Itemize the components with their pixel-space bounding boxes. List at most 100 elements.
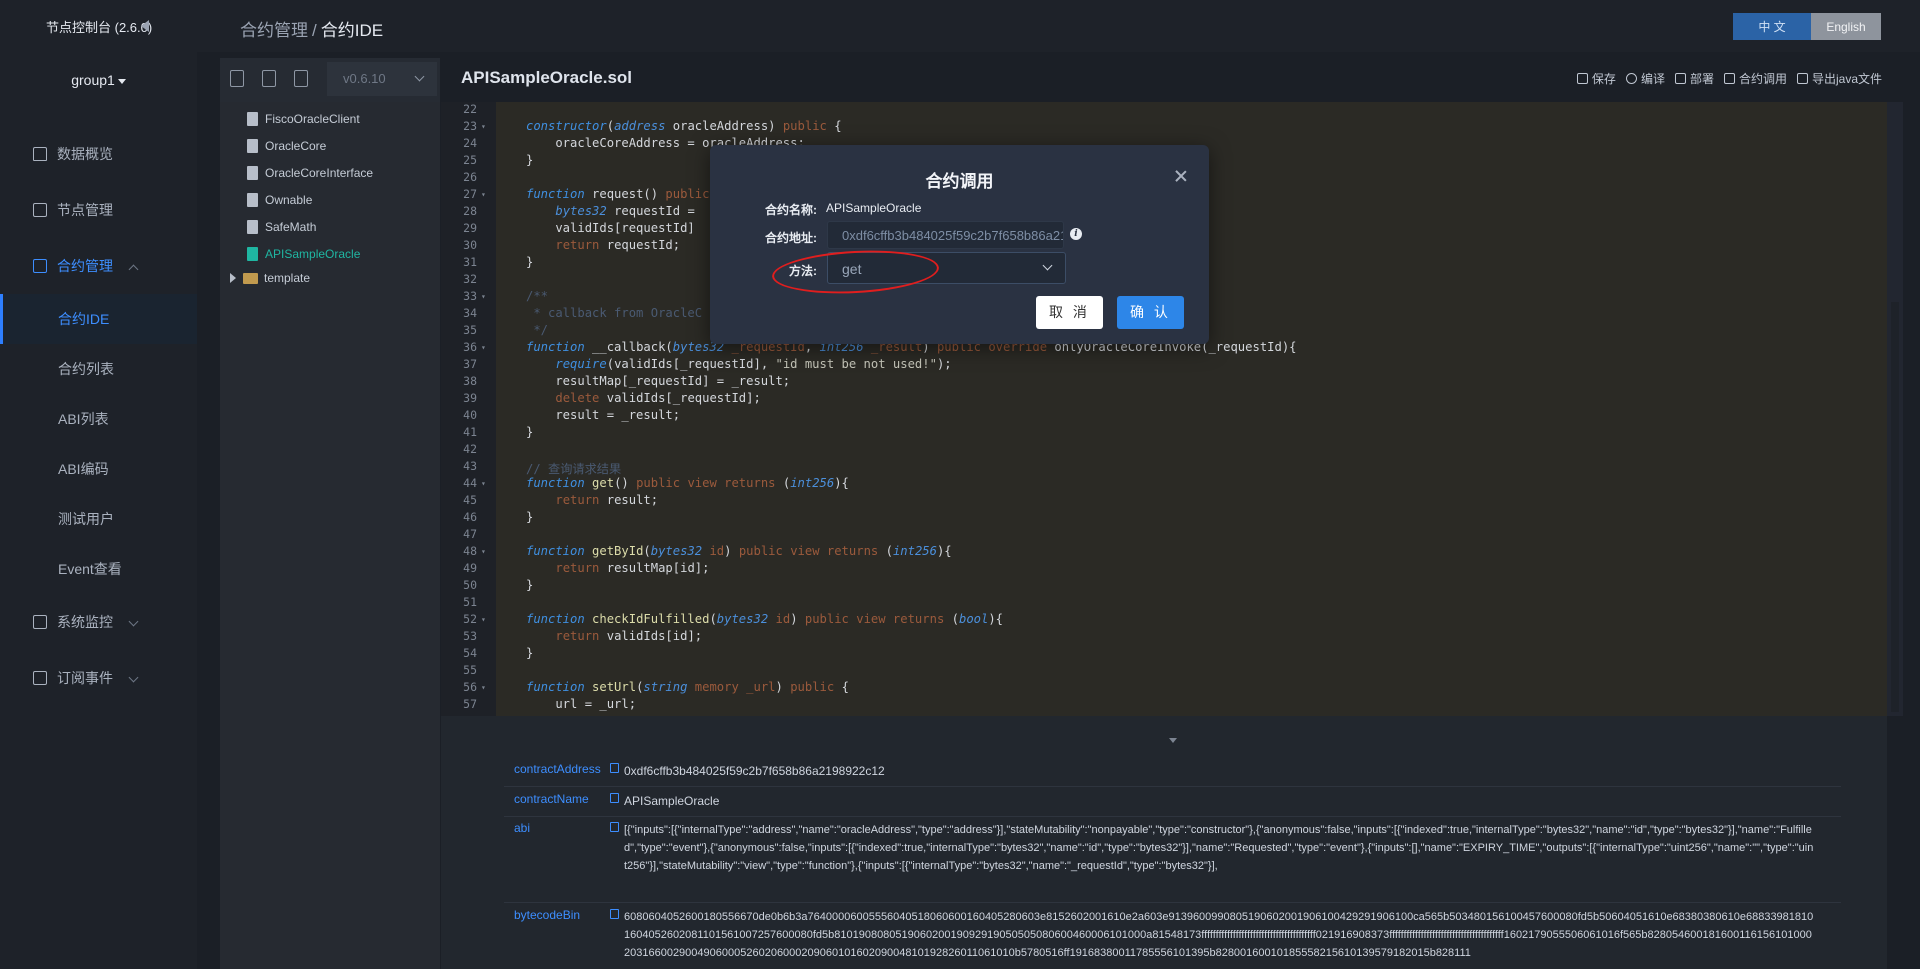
code-line: 54} (463, 646, 534, 660)
expand-icon[interactable] (230, 273, 236, 283)
code-line: 38 resultMap[_requestId] = _result; (463, 374, 791, 388)
contract-name-value: APISampleOracle (624, 794, 720, 808)
chevron-down-icon (128, 616, 139, 627)
copy-icon[interactable] (610, 763, 619, 773)
method-select-value: get (842, 261, 862, 277)
group-select[interactable]: group1 (0, 72, 197, 104)
copy-icon[interactable] (610, 909, 619, 919)
code-line: 42 (463, 442, 477, 456)
monitor-icon (33, 615, 47, 629)
new-folder-icon[interactable] (262, 70, 276, 87)
scrollbar-thumb[interactable] (1891, 302, 1899, 712)
save-icon (1576, 73, 1588, 84)
sidebar-menu: 数据概览 节点管理 合约管理 合约IDE 合约列表 ABI列表 ABI编码 测试… (0, 126, 197, 706)
code-line: 22 (463, 102, 477, 116)
folder-icon (243, 272, 258, 284)
file-item[interactable]: Ownable (247, 190, 312, 210)
code-line: 51 (463, 595, 477, 609)
app-title-text: 节点控制台 (2.6.0) (46, 19, 153, 35)
divider (504, 902, 1841, 903)
code-line: 53 return validIds[id]; (463, 629, 703, 643)
code-line: 52 ▾ function checkIdFulfilled(bytes32 id)… (463, 612, 1004, 626)
breadcrumb-separator: / (312, 21, 317, 40)
editor-file-title: APISampleOracle.sol (461, 68, 633, 87)
top-header: 合约管理 / 合约IDE 中 文 English (197, 0, 1920, 52)
code-line: 56 ▾ function setUrl(string memory _url) p… (463, 680, 849, 694)
file-toolbar: v0.6.10 (220, 58, 440, 102)
file-item[interactable]: OracleCoreInterface (247, 163, 373, 183)
compile-button[interactable]: 编译 (1625, 70, 1665, 87)
contract-call-label: 合约调用 (1738, 72, 1787, 86)
collapse-sidebar-icon[interactable] (141, 20, 149, 32)
file-item[interactable]: OracleCore (247, 136, 326, 156)
submenu-item-abi-list[interactable]: ABI列表 (0, 394, 197, 444)
code-line: 46} (463, 510, 534, 524)
contract-name-value: APISampleOracle (826, 201, 922, 215)
contract-address-value: 0xdf6cffb3b484025f59c2b7f658b86a2198922c… (624, 764, 885, 778)
contract-address-field[interactable]: 0xdf6cffb3b484025f59c2b7f658b86a2198922c… (827, 221, 1064, 249)
method-select[interactable]: get (827, 252, 1066, 284)
breadcrumb: 合约管理 / 合约IDE (240, 16, 383, 41)
editor-header: APISampleOracle.sol 保存 编译 部署 合约调用 导出java… (441, 52, 1903, 102)
submenu-item-contract-list[interactable]: 合约列表 (0, 344, 197, 394)
info-key: contractName (514, 792, 589, 806)
collapse-panel-icon[interactable] (1169, 738, 1177, 743)
code-line: 47 (463, 527, 477, 541)
submenu-item-contract-ide[interactable]: 合约IDE (0, 294, 197, 344)
editor-scrollbar[interactable] (1887, 102, 1903, 716)
info-icon[interactable]: i (1070, 228, 1082, 240)
contract-call-button[interactable]: 合约调用 (1723, 70, 1787, 87)
divider (504, 816, 1841, 817)
method-label: 方法: (789, 264, 817, 278)
file-item-active[interactable]: APISampleOracle (247, 244, 360, 264)
sidebar-item-overview[interactable]: 数据概览 (0, 126, 197, 182)
contract-call-dialog: 合约调用 合约名称: APISampleOracle 合约地址: 0xdf6cf… (710, 145, 1209, 344)
lang-zh-button[interactable]: 中 文 (1733, 13, 1811, 40)
deploy-button[interactable]: 部署 (1674, 70, 1714, 87)
sidebar-item-subscribe-events[interactable]: 订阅事件 (0, 650, 197, 706)
compiler-version-select[interactable]: v0.6.10 (327, 62, 437, 96)
contract-name-label: 合约名称: (765, 203, 817, 217)
compile-result-panel: contractAddress 0xdf6cffb3b484025f59c2b7… (441, 716, 1887, 969)
save-button[interactable]: 保存 (1576, 70, 1616, 87)
code-line: 40 result = _result; (463, 408, 681, 422)
export-java-button[interactable]: 导出java文件 (1796, 70, 1882, 87)
sidebar-item-system-monitor[interactable]: 系统监控 (0, 594, 197, 650)
submenu-item-event-view[interactable]: Event查看 (0, 544, 197, 594)
copy-icon[interactable] (610, 793, 619, 803)
breadcrumb-parent[interactable]: 合约管理 (240, 21, 308, 40)
lang-en-button[interactable]: English (1811, 13, 1881, 40)
file-name: SafeMath (265, 220, 317, 234)
sidebar-item-node-management[interactable]: 节点管理 (0, 182, 197, 238)
sidebar-item-contract-management[interactable]: 合约管理 (0, 238, 197, 294)
folder-item[interactable]: template (230, 271, 310, 285)
close-icon[interactable] (1175, 170, 1187, 182)
rss-icon (33, 671, 47, 685)
info-key: abi (514, 821, 531, 835)
file-name: FiscoOracleClient (265, 112, 360, 126)
calendar-icon (33, 203, 47, 217)
save-label: 保存 (1591, 72, 1616, 86)
sidebar: 节点控制台 (2.6.0) group1 数据概览 节点管理 合约管理 合约ID… (0, 0, 197, 969)
folder-name: template (264, 271, 311, 285)
abi-value: [{"inputs":[{"internalType":"address","n… (624, 824, 1814, 872)
confirm-button[interactable]: 确 认 (1117, 296, 1184, 329)
code-line: 45 return result; (463, 493, 659, 507)
code-line: 23 ▾ constructor(address oracleAddress) pu… (463, 119, 842, 133)
chevron-down-icon (128, 672, 139, 683)
code-line: 44 ▾ function get() public view returns (i… (463, 476, 849, 490)
cancel-button[interactable]: 取 消 (1036, 296, 1103, 329)
file-icon (247, 193, 258, 207)
copy-icon[interactable] (610, 822, 619, 832)
sidebar-item-label: 系统监控 (57, 614, 113, 630)
file-tree: FiscoOracleClient OracleCore OracleCoreI… (220, 102, 440, 969)
chevron-up-icon (128, 264, 139, 275)
file-name: APISampleOracle (265, 247, 361, 261)
new-file-icon[interactable] (230, 70, 244, 87)
file-item[interactable]: FiscoOracleClient (247, 109, 360, 129)
file-item[interactable]: SafeMath (247, 217, 316, 237)
group-select-label: group1 (71, 72, 115, 88)
submenu-item-abi-encode[interactable]: ABI编码 (0, 444, 197, 494)
submenu-item-test-users[interactable]: 测试用户 (0, 494, 197, 544)
upload-icon[interactable] (294, 70, 308, 87)
